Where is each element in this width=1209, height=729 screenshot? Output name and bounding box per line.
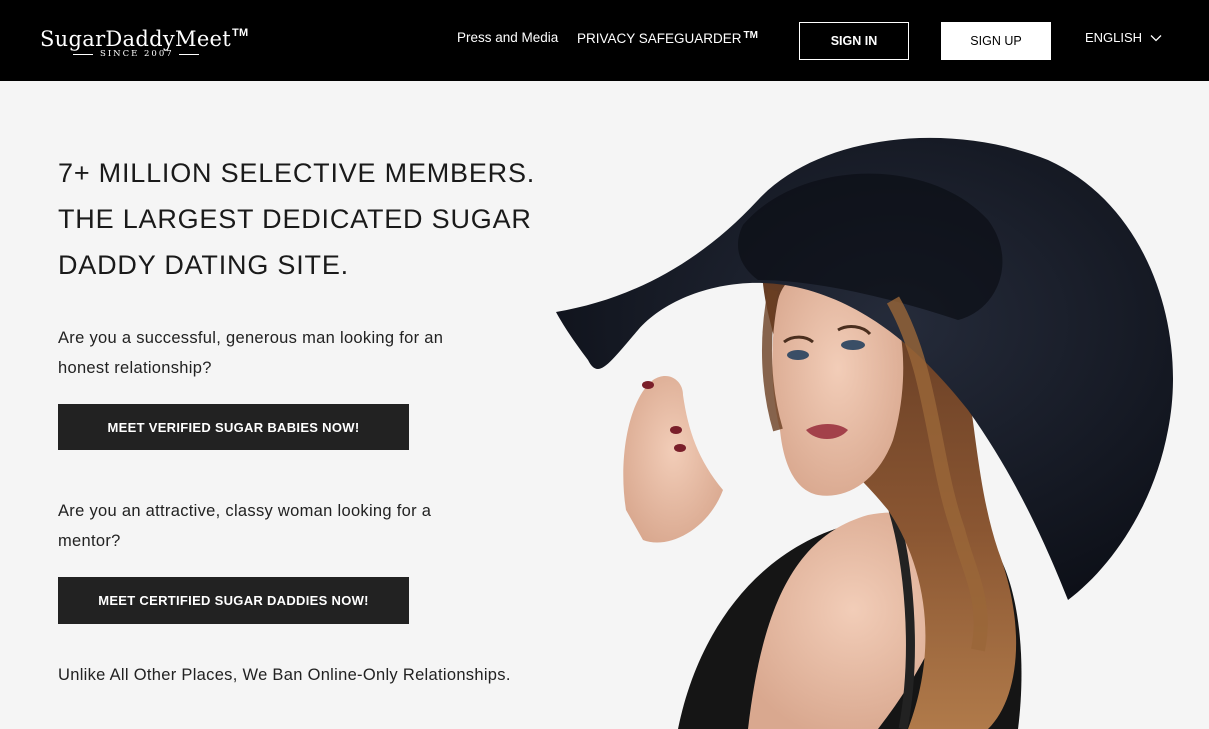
nav-privacy-label: PRIVACY SAFEGUARDER xyxy=(577,31,742,46)
logo-divider-right xyxy=(178,53,199,55)
chevron-down-icon xyxy=(1150,34,1162,41)
hero-tagline: Unlike All Other Places, We Ban Online-O… xyxy=(58,666,511,684)
men-question: Are you a successful, generous man looki… xyxy=(58,329,444,377)
headline-line: 7+ MILLION SELECTIVE MEMBERS. xyxy=(58,158,536,188)
logo-since-row: SINCE 2007 xyxy=(73,48,199,60)
women-question: Are you an attractive, classy woman look… xyxy=(58,502,432,550)
hero-headline: 7+ MILLION SELECTIVE MEMBERS. THE LARGES… xyxy=(58,150,538,288)
meet-sugar-daddies-button[interactable]: MEET CERTIFIED SUGAR DADDIES NOW! xyxy=(58,577,409,624)
site-logo[interactable]: SugarDaddyMeetTM SINCE 2007 xyxy=(40,18,249,62)
headline-line: DADDY DATING SITE. xyxy=(58,250,349,280)
logo-trademark: TM xyxy=(232,27,249,39)
language-selector[interactable]: ENGLISH xyxy=(1085,30,1162,45)
hero-photo-woman-in-hat xyxy=(556,137,1173,729)
meet-sugar-babies-button[interactable]: MEET VERIFIED SUGAR BABIES NOW! xyxy=(58,404,409,450)
top-navigation-bar: SugarDaddyMeetTM SINCE 2007 Press and Me… xyxy=(0,0,1209,81)
headline-line: THE LARGEST DEDICATED SUGAR xyxy=(58,204,532,234)
logo-divider-left xyxy=(73,53,93,55)
logo-since: SINCE 2007 xyxy=(100,49,174,59)
nav-privacy-trademark: TM xyxy=(743,30,758,41)
language-label: ENGLISH xyxy=(1085,30,1143,45)
nav-privacy-safeguarder[interactable]: PRIVACY SAFEGUARDER TM xyxy=(577,30,758,46)
nav-press-and-media[interactable]: Press and Media xyxy=(457,30,558,45)
sign-up-button[interactable]: SIGN UP xyxy=(941,22,1051,60)
sign-in-button[interactable]: SIGN IN xyxy=(799,22,909,60)
